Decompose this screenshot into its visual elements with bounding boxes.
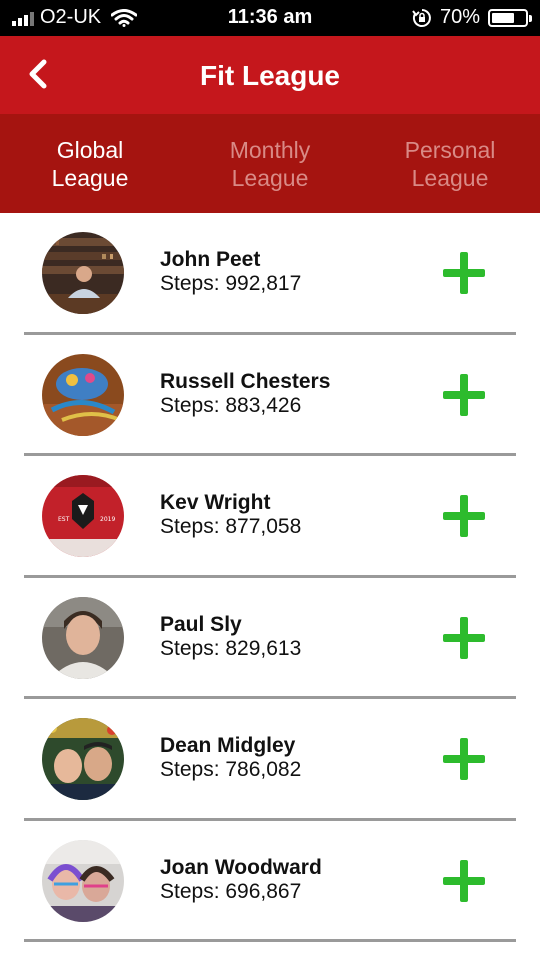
battery-percent: 70% bbox=[439, 6, 480, 28]
add-friend-button[interactable] bbox=[443, 616, 485, 659]
tab-label: Monthly League bbox=[229, 136, 311, 191]
tab-label: Personal League bbox=[404, 136, 496, 191]
add-friend-button[interactable] bbox=[443, 495, 485, 537]
list-item: John Peet Steps: 992,817 bbox=[0, 213, 540, 335]
player-name: Kev Wright bbox=[160, 491, 271, 514]
leaderboard-list: John Peet Steps: 992,817 Russell Chester… bbox=[0, 213, 540, 942]
list-item: Russell Chesters Steps: 883,426 bbox=[0, 335, 540, 457]
rotation-lock-icon bbox=[412, 8, 431, 27]
avatar bbox=[42, 718, 124, 800]
step-count: Steps: 992,817 bbox=[160, 272, 302, 295]
avatar bbox=[42, 353, 124, 436]
step-count: Steps: 786,082 bbox=[160, 758, 302, 781]
step-count: Steps: 883,426 bbox=[160, 393, 302, 417]
avatar bbox=[42, 596, 124, 679]
player-name: John Peet bbox=[160, 248, 261, 271]
tab-label: Global League bbox=[51, 136, 129, 191]
avatar bbox=[42, 232, 124, 314]
player-name: Paul Sly bbox=[160, 612, 242, 636]
step-count: Steps: 696,867 bbox=[160, 879, 302, 903]
tab-personal-league[interactable]: Personal League bbox=[360, 114, 540, 213]
step-count: Steps: 877,058 bbox=[160, 515, 302, 538]
player-name: Dean Midgley bbox=[160, 734, 296, 757]
add-friend-button[interactable] bbox=[443, 373, 485, 416]
svg-text:EST: EST bbox=[58, 516, 70, 523]
league-tabs: Global League Monthly League Personal Le… bbox=[0, 114, 540, 213]
status-bar: O2-UK 11:36 am 70% bbox=[0, 0, 540, 36]
battery-icon bbox=[488, 8, 532, 27]
list-item: EST 2019 Kev Wright Steps: 877,058 bbox=[0, 456, 540, 578]
tab-monthly-league[interactable]: Monthly League bbox=[180, 114, 360, 213]
add-friend-button[interactable] bbox=[443, 859, 485, 902]
svg-text:2019: 2019 bbox=[100, 516, 115, 523]
step-count: Steps: 829,613 bbox=[160, 636, 302, 660]
avatar: EST 2019 bbox=[42, 475, 124, 557]
status-right: 70% bbox=[412, 6, 532, 29]
list-item: Dean Midgley Steps: 786,082 bbox=[0, 699, 540, 821]
add-friend-button[interactable] bbox=[443, 738, 485, 780]
player-name: Russell Chesters bbox=[160, 369, 331, 393]
tab-global-league[interactable]: Global League bbox=[0, 114, 180, 213]
page-title: Fit League bbox=[199, 60, 340, 91]
battery-fill bbox=[492, 12, 515, 23]
list-item: Joan Woodward Steps: 696,867 bbox=[0, 821, 540, 943]
list-item: Paul Sly Steps: 829,613 bbox=[0, 578, 540, 700]
add-friend-button[interactable] bbox=[443, 252, 485, 294]
avatar bbox=[42, 839, 124, 922]
player-name: Joan Woodward bbox=[160, 855, 322, 879]
app-header: Fit League bbox=[0, 36, 540, 114]
